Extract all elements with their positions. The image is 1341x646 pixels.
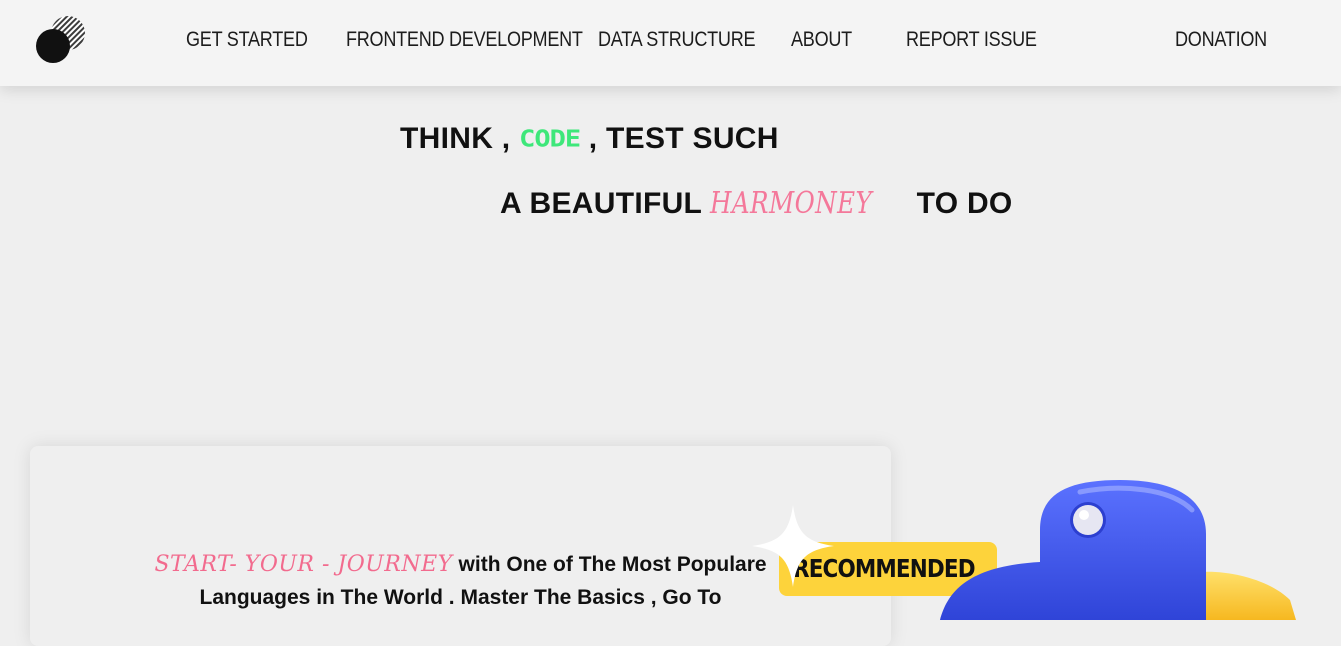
top-navbar: GET STARTED FRONTEND DEVELOPMENT DATA ST…	[0, 0, 1341, 86]
hero-todo-text: TO DO	[916, 187, 1013, 220]
hero-test-text: , TEST SUCH	[588, 122, 779, 155]
hero-beautiful-text: A BEAUTIFUL	[500, 187, 702, 220]
nav-about[interactable]: ABOUT	[791, 28, 852, 52]
hero-harmoney-word: HARMONEY	[710, 186, 873, 221]
nav-report-issue[interactable]: REPORT ISSUE	[906, 28, 1037, 52]
moon-logo-icon[interactable]	[34, 14, 88, 66]
nav-frontend-development[interactable]: FRONTEND DEVELOPMENT	[346, 28, 583, 52]
nav-get-started[interactable]: GET STARTED	[186, 28, 308, 52]
sparkle-icon	[752, 505, 834, 587]
nav-donation[interactable]: DONATION	[1175, 28, 1267, 52]
hero-line-2: A BEAUTIFUL HARMONEY TO DO	[500, 186, 1013, 221]
hero-think-text: THINK ,	[400, 122, 511, 155]
card-text-line-1: with One of The Most Populare	[458, 553, 767, 576]
card-text-line-2: Languages in The World . Master The Basi…	[199, 586, 722, 609]
hero-line-1: THINK , CODE , TEST SUCH	[400, 122, 779, 156]
start-your-journey-text: START- YOUR - JOURNEY	[154, 552, 453, 577]
python-logo-icon	[940, 480, 1296, 620]
hero-code-word: CODE	[519, 126, 581, 153]
nav-data-structure[interactable]: DATA STRUCTURE	[598, 28, 756, 52]
